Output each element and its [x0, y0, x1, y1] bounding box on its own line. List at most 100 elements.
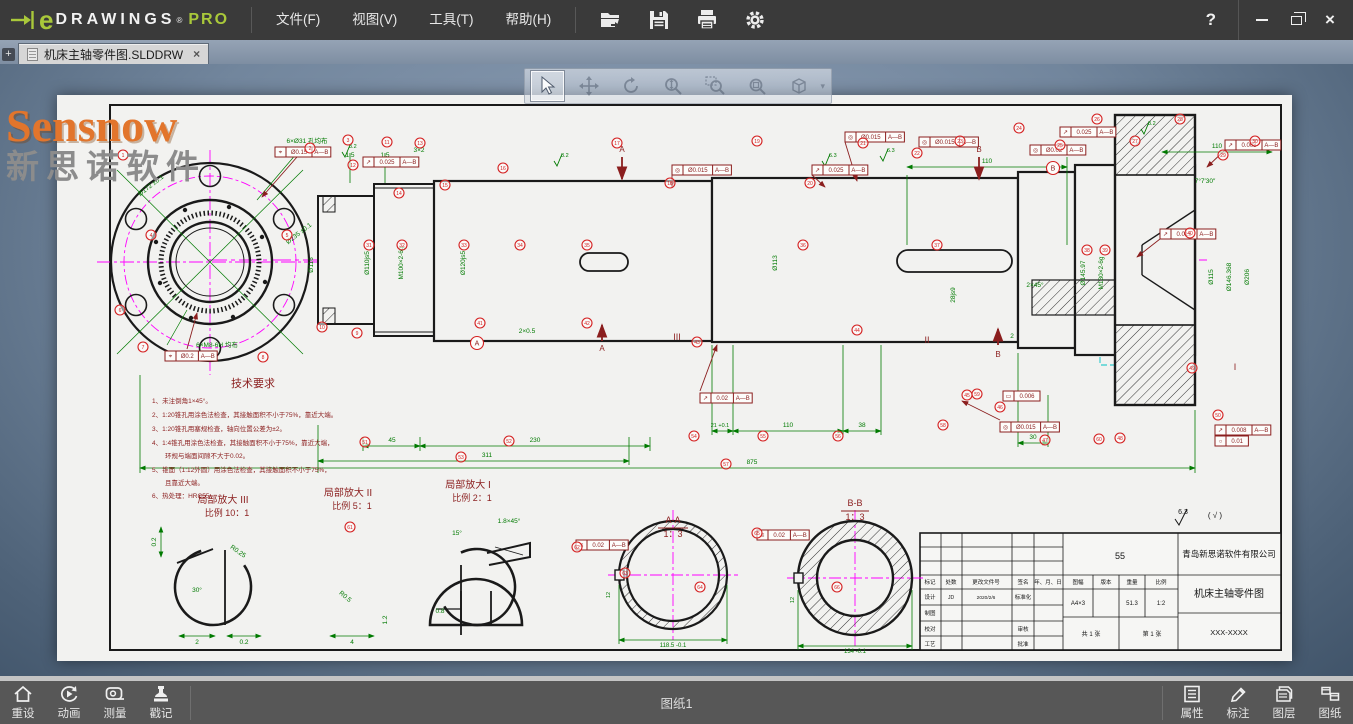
minimize-icon — [1256, 19, 1268, 21]
annotation-text: 环规与端面间隙不大于0.02。 — [152, 451, 249, 460]
annotation-text: 110 — [982, 158, 993, 165]
options-button[interactable] — [738, 5, 772, 35]
markup-balloon: 32 — [397, 240, 407, 250]
balloon-number: 14 — [396, 191, 402, 197]
menu-help[interactable]: 帮助(H) — [490, 0, 568, 40]
annotation-text: 1、未注倒角1×45°。 — [152, 396, 212, 405]
menu-file[interactable]: 文件(F) — [260, 0, 336, 40]
statusbar-separator — [1162, 686, 1163, 720]
open-button[interactable] — [594, 5, 628, 35]
tab-close-icon[interactable]: × — [193, 47, 200, 61]
annotation-text: 2×0.5 — [519, 328, 536, 335]
save-button[interactable] — [642, 5, 676, 35]
toolbar-more-caret[interactable]: ▾ — [821, 81, 826, 92]
annotation-text: B-B — [847, 498, 862, 508]
fcf-text: 0.02 — [716, 396, 728, 402]
markup-balloon: 18 — [665, 178, 675, 188]
stamp-label: 戳记 — [150, 705, 173, 721]
annotation-text: 55 — [1115, 551, 1125, 561]
annotation-text: II — [924, 335, 929, 345]
rotate-tool-button[interactable] — [615, 71, 648, 101]
annotation-text: 年、月、日 — [1034, 578, 1062, 586]
animate-button[interactable]: 动画 — [46, 681, 92, 724]
fcf-text: ↗ — [1218, 428, 1223, 434]
restore-button[interactable] — [1279, 6, 1313, 34]
feature-control-frame: ⌖Ø0.2A—B — [165, 351, 217, 361]
drawing-paper[interactable]: 3.23.26.36.33.2 6×Ø31 孔均布Ø172 ±0.1Ø235 ±… — [57, 95, 1292, 661]
tab-bar: + 机床主轴零件图.SLDDRW × — [0, 40, 1353, 64]
zoom-fit-tool-button[interactable] — [741, 71, 774, 101]
balloon-number: 10 — [319, 325, 325, 331]
sheets-button[interactable]: 图纸 — [1307, 681, 1353, 724]
annotation-text: 6.3 — [1178, 509, 1188, 516]
fcf-text: Ø0.2 — [181, 354, 195, 360]
zoom-tool-button[interactable] — [657, 71, 690, 101]
menu-view[interactable]: 视图(V) — [336, 0, 413, 40]
markup-balloon: 60 — [1094, 434, 1104, 444]
drawing-canvas[interactable]: 3.23.26.36.33.2 6×Ø31 孔均布Ø172 ±0.1Ø235 ±… — [57, 95, 1292, 661]
drawing-viewport[interactable]: 3.23.26.36.33.2 6×Ø31 孔均布Ø172 ±0.1Ø235 ±… — [0, 64, 1353, 676]
pan-icon — [579, 76, 599, 96]
markup-balloon: 56 — [833, 431, 843, 441]
balloon-number: 8 — [262, 355, 265, 361]
close-button[interactable]: × — [1313, 6, 1347, 34]
stamp-button[interactable]: 戳记 — [138, 681, 184, 724]
annotation-text: 2 — [195, 639, 199, 646]
statusbar-left-group: 重设 动画 测量 — [0, 681, 197, 724]
select-tool-button[interactable] — [531, 71, 564, 101]
balloon-number: 62 — [574, 545, 580, 551]
fcf-text: A—B — [793, 533, 807, 539]
save-icon — [647, 9, 671, 31]
markup-balloon: 53 — [456, 452, 466, 462]
view-orientation-button[interactable] — [783, 71, 816, 101]
annotation-text: 设计 — [924, 593, 936, 601]
annotation-text: 4 — [350, 639, 354, 646]
annotation-text: 3、1:20锥孔用塞规检查，轴向位置公差为±2。 — [152, 424, 286, 433]
annotation-text: Ø110js5 — [364, 251, 371, 275]
markup-balloon: 25 — [1055, 140, 1065, 150]
balloon-number: 19 — [754, 139, 760, 145]
markup-balloon: 3 — [343, 135, 353, 145]
pan-tool-button[interactable] — [573, 71, 606, 101]
zoom-area-tool-button[interactable] — [699, 71, 732, 101]
annotation-text: 局部放大 III — [197, 493, 248, 506]
layers-button[interactable]: 图层 — [1261, 681, 1307, 724]
markup-balloon: 43 — [692, 337, 702, 347]
balloon-number: 40 — [1187, 231, 1193, 237]
markup-balloon: 13 — [415, 138, 425, 148]
tab-active[interactable]: 机床主轴零件图.SLDDRW × — [18, 43, 209, 64]
properties-icon — [1181, 684, 1203, 704]
minimize-button[interactable] — [1245, 6, 1279, 34]
annotation-text: 2×45° — [1026, 281, 1044, 289]
fcf-text: ◎ — [922, 140, 927, 146]
annotation-text: A — [599, 344, 605, 353]
markup-balloon: 59 — [972, 389, 982, 399]
markup-button[interactable]: 标注 — [1215, 681, 1261, 724]
print-button[interactable] — [690, 5, 724, 35]
menu-bar: e DRAWINGS ® PRO 文件(F) 视图(V) 工具(T) 帮助(H) — [0, 0, 1353, 40]
balloon-number: 29 — [1220, 153, 1226, 159]
help-button[interactable]: ? — [1184, 10, 1238, 30]
balloon-number: 9 — [356, 331, 359, 337]
annotation-text: 2、1:20锥孔用涂色法检查，其接触面积不小于75%，靠近大端。 — [152, 410, 337, 419]
markup-balloon: 34 — [515, 240, 525, 250]
print-icon — [695, 9, 719, 31]
menu-tools[interactable]: 工具(T) — [413, 0, 489, 40]
annotation-text: Ø145.97 — [1080, 260, 1087, 285]
menubar-tool-icons — [584, 5, 772, 35]
balloon-number: 25 — [1057, 143, 1063, 149]
feature-control-frame: ↗0.025A—B — [363, 157, 419, 167]
reset-button[interactable]: 重设 — [0, 681, 46, 724]
pencil-icon — [1227, 684, 1249, 704]
markup-balloon: 57 — [721, 459, 731, 469]
markup-balloon: 22 — [912, 148, 922, 158]
properties-button[interactable]: 属性 — [1169, 681, 1215, 724]
annotation-text: I — [1234, 362, 1237, 372]
measure-button[interactable]: 测量 — [92, 681, 138, 724]
annotation-text: 比例 10：1 — [205, 507, 250, 518]
new-tab-button[interactable]: + — [2, 48, 15, 61]
statusbar-right-group: 属性 标注 图层 — [1156, 681, 1353, 724]
annotation-text: 110 — [783, 422, 794, 429]
markup-balloon: 35 — [582, 240, 592, 250]
annotation-text: 更改文件号 — [972, 578, 1000, 586]
